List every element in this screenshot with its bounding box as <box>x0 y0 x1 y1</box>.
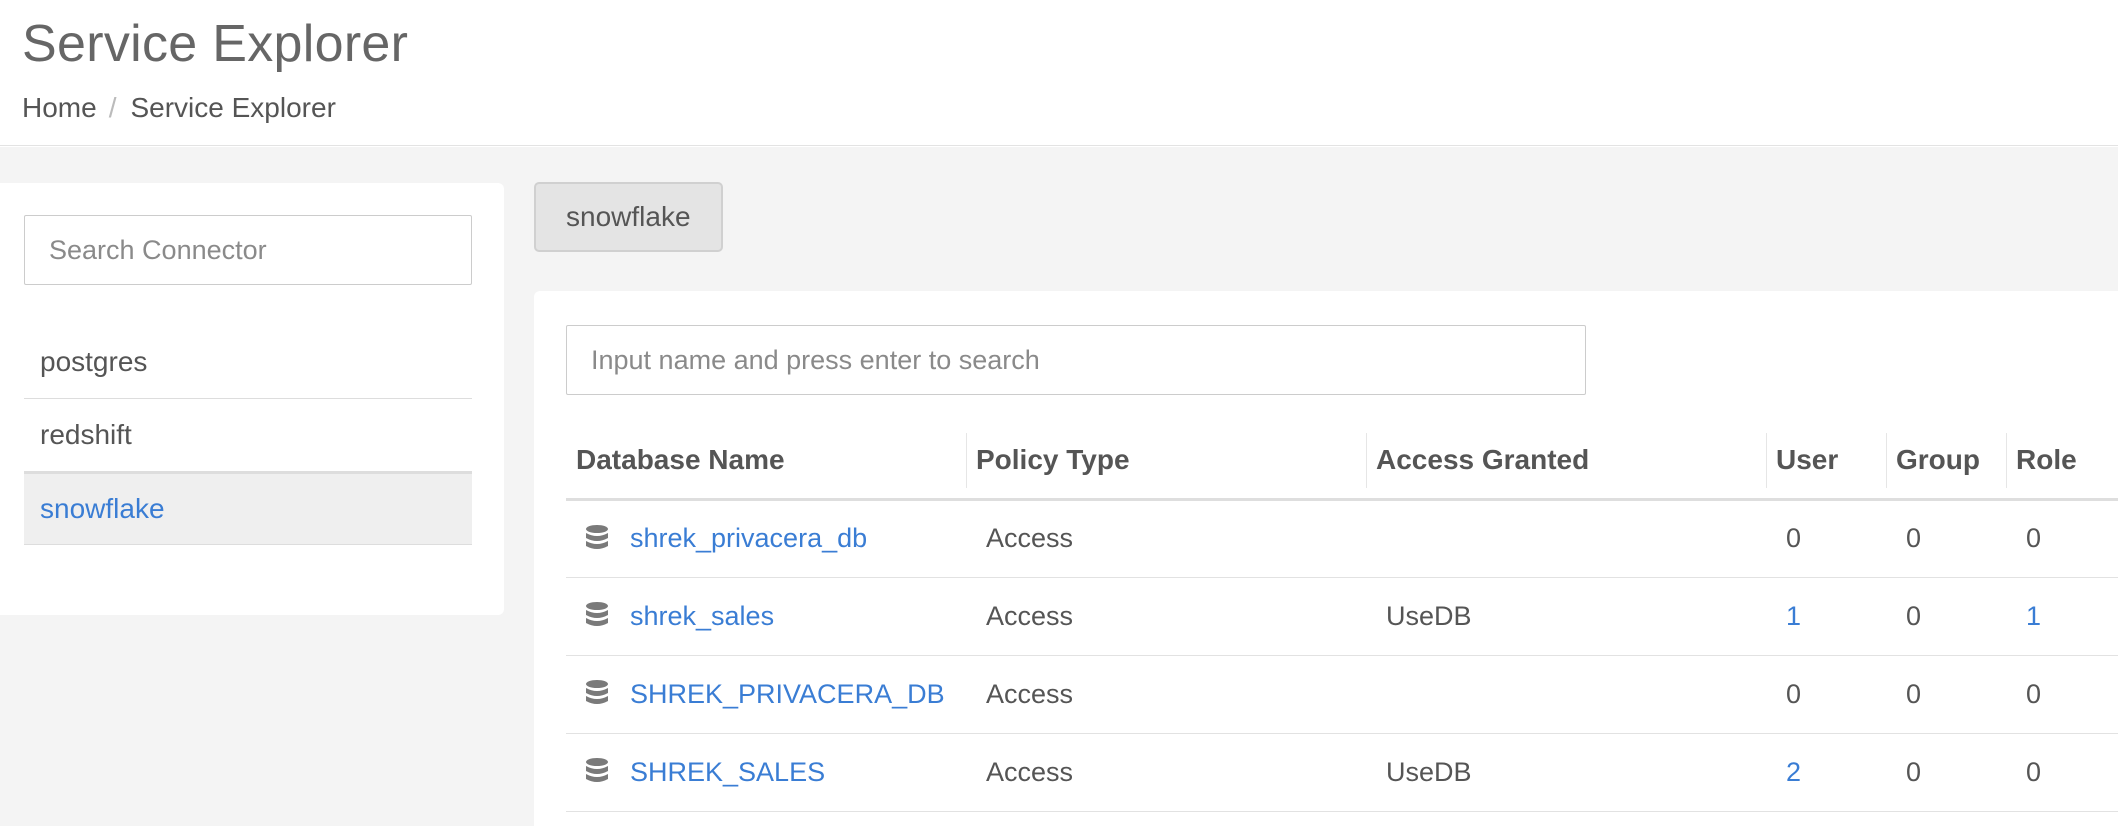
connector-item-postgres[interactable]: postgres <box>24 326 472 399</box>
database-icon <box>586 758 608 782</box>
policy-type-cell: Access <box>966 733 1366 812</box>
column-header-role[interactable]: Role <box>2006 423 2118 501</box>
role-count-cell: 0 <box>2006 499 2118 578</box>
connector-item-snowflake[interactable]: snowflake <box>24 472 472 545</box>
policy-type-cell: Access <box>966 577 1366 656</box>
content-area: postgres redshift snowflake snowflake Da… <box>0 147 2118 826</box>
group-count-cell: 0 <box>1886 655 2006 734</box>
table-row: SHREK_SALES Access UseDB 2 0 0 <box>566 733 2118 812</box>
connector-list: postgres redshift snowflake <box>24 326 472 545</box>
page-header: Service Explorer Home / Service Explorer <box>0 0 2118 146</box>
access-granted-cell: UseDB <box>1366 577 1766 656</box>
database-name-link[interactable]: SHREK_SALES <box>630 757 825 788</box>
connector-item-redshift[interactable]: redshift <box>24 399 472 472</box>
group-count-cell: 0 <box>1886 733 2006 812</box>
access-granted-cell <box>1366 655 1766 734</box>
policy-type-cell: Access <box>966 655 1366 734</box>
page-title: Service Explorer <box>22 15 409 73</box>
role-count-cell: 0 <box>2006 655 2118 734</box>
user-count-link[interactable]: 1 <box>1786 601 1801 631</box>
column-header-user[interactable]: User <box>1766 423 1886 501</box>
database-name-link[interactable]: SHREK_PRIVACERA_DB <box>630 679 945 710</box>
breadcrumb-separator: / <box>108 92 117 123</box>
group-count-cell: 0 <box>1886 499 2006 578</box>
column-header-database-name[interactable]: Database Name <box>566 423 966 501</box>
user-count-cell: 0 <box>1766 499 1886 578</box>
role-count-cell: 0 <box>2006 733 2118 812</box>
policy-type-cell: Access <box>966 499 1366 578</box>
column-header-access-granted[interactable]: Access Granted <box>1366 423 1766 501</box>
selected-connector-tab[interactable]: snowflake <box>534 182 723 252</box>
database-name-link[interactable]: shrek_sales <box>630 601 774 632</box>
table-row: shrek_sales Access UseDB 1 0 1 <box>566 577 2118 656</box>
database-name-link[interactable]: shrek_privacera_db <box>630 523 867 554</box>
role-count-link[interactable]: 1 <box>2026 601 2041 631</box>
group-count-cell: 0 <box>1886 577 2006 656</box>
user-count-cell: 0 <box>1766 655 1886 734</box>
connector-sidebar: postgres redshift snowflake <box>0 183 504 615</box>
table-header-row: Database Name Policy Type Access Granted… <box>566 423 2118 501</box>
database-table: Database Name Policy Type Access Granted… <box>566 423 2118 812</box>
database-panel: Database Name Policy Type Access Granted… <box>534 291 2118 826</box>
user-count-link[interactable]: 2 <box>1786 757 1801 787</box>
database-icon <box>586 680 608 704</box>
breadcrumb: Home / Service Explorer <box>22 92 336 124</box>
database-search-input[interactable] <box>566 325 1586 395</box>
connector-search-input[interactable] <box>24 215 472 285</box>
database-icon <box>586 602 608 626</box>
access-granted-cell: UseDB <box>1366 733 1766 812</box>
database-icon <box>586 524 608 549</box>
column-header-group[interactable]: Group <box>1886 423 2006 501</box>
breadcrumb-home-link[interactable]: Home <box>22 92 97 124</box>
table-row: shrek_privacera_db Access 0 0 0 <box>566 499 2118 578</box>
table-row: SHREK_PRIVACERA_DB Access 0 0 0 <box>566 655 2118 734</box>
access-granted-cell <box>1366 499 1766 578</box>
column-header-policy-type[interactable]: Policy Type <box>966 423 1366 501</box>
breadcrumb-current: Service Explorer <box>130 92 336 123</box>
